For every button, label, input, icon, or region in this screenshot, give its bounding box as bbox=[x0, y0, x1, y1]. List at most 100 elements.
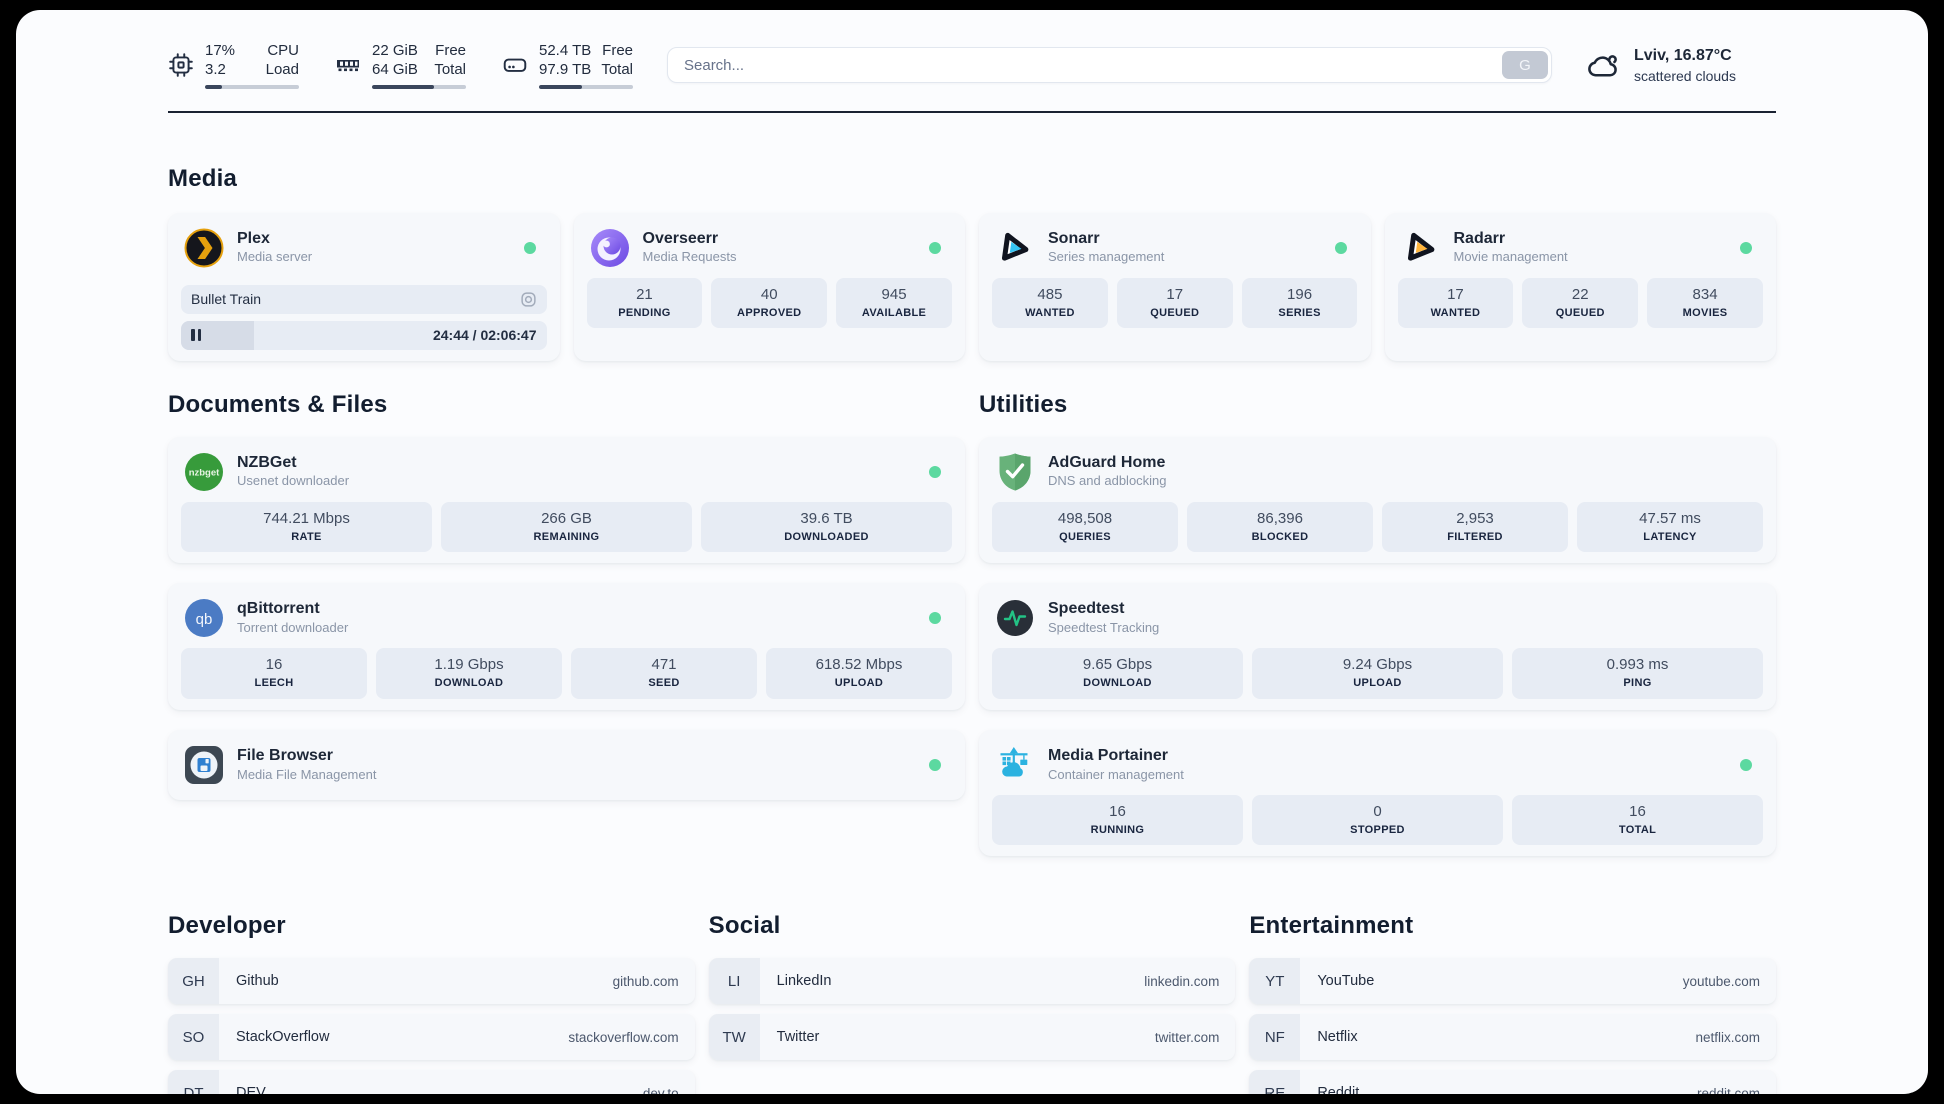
service-card-filebrowser[interactable]: File Browser Media File Management bbox=[168, 729, 965, 800]
bookmark-name: StackOverflow bbox=[236, 1029, 330, 1046]
svg-text:nzbget: nzbget bbox=[189, 467, 220, 478]
service-description: Torrent downloader bbox=[237, 620, 349, 635]
service-name: AdGuard Home bbox=[1048, 453, 1166, 471]
speedtest-icon bbox=[997, 600, 1033, 637]
disk-values: 52.4 TB 97.9 TB bbox=[539, 42, 592, 78]
bookmark-linkedin[interactable]: LI LinkedIn linkedin.com bbox=[708, 958, 1236, 1005]
disk-icon bbox=[503, 58, 527, 73]
service-description: Movie management bbox=[1453, 249, 1568, 265]
bookmark-name: Reddit bbox=[1317, 1085, 1360, 1094]
service-description: Usenet downloader bbox=[237, 473, 350, 489]
service-card-plex[interactable]: Plex Media server Bullet Train 24:44 / 0… bbox=[168, 212, 560, 361]
cpu-icon bbox=[169, 53, 193, 78]
stat-pill: 834 MOVIES bbox=[1647, 277, 1763, 329]
stat-pill: 945 AVAILABLE bbox=[836, 277, 952, 329]
stat-pill: 2,953 FILTERED bbox=[1382, 501, 1568, 553]
media-grid: Plex Media server Bullet Train 24:44 / 0… bbox=[168, 212, 1776, 361]
service-card-radarr[interactable]: Radarr Movie management 17 WANTED 22 QUE… bbox=[1384, 212, 1776, 361]
search-provider-button[interactable]: G bbox=[1502, 51, 1548, 80]
stat-pill: 86,396 BLOCKED bbox=[1187, 501, 1373, 553]
bookmark-netflix[interactable]: NF Netflix netflix.com bbox=[1249, 1014, 1776, 1061]
service-name: Radarr bbox=[1453, 229, 1506, 247]
bookmark-abbr: LI bbox=[708, 958, 760, 1005]
stat-pill: 498,508 QUERIES bbox=[992, 501, 1178, 553]
service-card-adguard[interactable]: AdGuard Home DNS and adblocking 498,508 … bbox=[979, 436, 1776, 564]
service-description: Media server bbox=[237, 249, 313, 265]
plex-now-playing-row: Bullet Train bbox=[181, 284, 547, 314]
bookmark-abbr: YT bbox=[1249, 958, 1301, 1005]
disk-stat: 52.4 TB 97.9 TB Free Total bbox=[502, 42, 633, 89]
status-online-dot bbox=[929, 612, 941, 625]
status-online-dot bbox=[929, 241, 941, 254]
adguard-icon bbox=[999, 453, 1031, 490]
stat-pill: 196 SERIES bbox=[1241, 277, 1358, 329]
service-description: Container management bbox=[1048, 766, 1184, 782]
service-card-portainer[interactable]: Media Portainer Container management 16 … bbox=[979, 729, 1776, 857]
bookmark-stackoverflow[interactable]: SO StackOverflow stackoverflow.com bbox=[168, 1014, 695, 1061]
stat-pill: 39.6 TB DOWNLOADED bbox=[701, 501, 952, 553]
service-card-speedtest[interactable]: Speedtest Speedtest Tracking 9.65 Gbps D… bbox=[979, 583, 1776, 710]
stat-pill: 47.57 ms LATENCY bbox=[1577, 501, 1763, 553]
bookmark-url: youtube.com bbox=[1682, 973, 1760, 989]
service-card-nzbget[interactable]: nzbget NZBGet Usenet downloader 744.21 M… bbox=[168, 436, 965, 564]
weather-widget: Lviv, 16.87°C scattered clouds bbox=[1586, 46, 1776, 85]
stat-pill: 471 SEED bbox=[571, 648, 757, 699]
bookmark-twitter[interactable]: TW Twitter twitter.com bbox=[708, 1014, 1236, 1061]
bookmark-abbr: RE bbox=[1249, 1070, 1301, 1094]
section-title-media: Media bbox=[168, 164, 238, 192]
service-name: Overseerr bbox=[642, 229, 719, 247]
service-description: Series management bbox=[1048, 249, 1165, 265]
stat-pill: 22 QUEUED bbox=[1522, 277, 1639, 329]
memory-labels: Free Total bbox=[434, 42, 466, 78]
top-bar: 17% 3.2 CPU Load 22 GiB 64 GiB Free Tota… bbox=[168, 42, 1776, 89]
bookmark-url: reddit.com bbox=[1696, 1085, 1760, 1094]
bookmark-github[interactable]: GH Github github.com bbox=[168, 958, 695, 1005]
status-online-dot bbox=[1334, 241, 1347, 254]
bookmark-url: linkedin.com bbox=[1144, 973, 1220, 989]
bookmark-abbr: TW bbox=[708, 1014, 760, 1061]
stat-pill: 266 GB REMAINING bbox=[441, 501, 692, 553]
portainer-icon bbox=[1000, 746, 1028, 777]
now-playing-title: Bullet Train bbox=[191, 291, 262, 307]
system-stats: 17% 3.2 CPU Load 22 GiB 64 GiB Free Tota… bbox=[168, 42, 633, 89]
bookmark-reddit[interactable]: RE Reddit reddit.com bbox=[1249, 1070, 1776, 1094]
sonarr-icon bbox=[1001, 232, 1029, 261]
service-card-overseerr[interactable]: Overseerr Media Requests 21 PENDING 40 A… bbox=[573, 212, 965, 361]
nzbget-icon: nzbget bbox=[185, 452, 223, 491]
bookmark-name: Github bbox=[236, 973, 279, 990]
service-name: Sonarr bbox=[1048, 229, 1100, 247]
memory-icon bbox=[337, 60, 359, 72]
service-card-sonarr[interactable]: Sonarr Series management 485 WANTED 17 Q… bbox=[979, 212, 1371, 361]
bookmark-url: stackoverflow.com bbox=[568, 1029, 679, 1045]
bookmark-dev[interactable]: DT DEV dev.to bbox=[168, 1070, 695, 1094]
playback-time: 24:44 / 02:06:47 bbox=[432, 327, 537, 343]
service-description: Media Requests bbox=[642, 249, 737, 265]
stat-pill: 40 APPROVED bbox=[711, 277, 828, 329]
stat-pill: 1.19 Gbps DOWNLOAD bbox=[376, 648, 562, 699]
stat-pill: 16 LEECH bbox=[181, 648, 367, 699]
status-online-dot bbox=[929, 758, 941, 771]
section-title-utilities: Utilities bbox=[979, 390, 1068, 418]
disk-progress-bar bbox=[539, 84, 633, 89]
status-online-dot bbox=[929, 465, 941, 478]
session-icon bbox=[520, 291, 536, 307]
bookmark-url: github.com bbox=[612, 973, 679, 989]
stat-pill: 16 TOTAL bbox=[1512, 794, 1763, 846]
bookmark-name: DEV bbox=[236, 1085, 266, 1094]
status-online-dot bbox=[1740, 241, 1752, 254]
section-title-documents: Documents & Files bbox=[168, 390, 388, 418]
plex-icon bbox=[184, 228, 224, 267]
stat-pill: 0.993 ms PING bbox=[1512, 648, 1763, 699]
search-bar: G bbox=[667, 47, 1552, 84]
service-description: Media File Management bbox=[237, 766, 377, 782]
status-online-dot bbox=[1740, 758, 1752, 771]
pause-button[interactable] bbox=[191, 329, 201, 341]
bookmark-group-developer: Developer GH Github github.com SO StackO… bbox=[168, 912, 695, 1094]
bookmark-abbr: NF bbox=[1249, 1014, 1301, 1061]
stat-pill: 17 QUEUED bbox=[1116, 277, 1233, 329]
bookmark-youtube[interactable]: YT YouTube youtube.com bbox=[1249, 958, 1776, 1005]
service-name: Speedtest bbox=[1048, 600, 1125, 618]
search-input[interactable] bbox=[667, 47, 1552, 84]
bookmark-group-entertainment: Entertainment YT YouTube youtube.com NF … bbox=[1249, 912, 1776, 1094]
service-card-qbittorrent[interactable]: qb qBittorrent Torrent downloader 16 LEE… bbox=[168, 583, 965, 710]
